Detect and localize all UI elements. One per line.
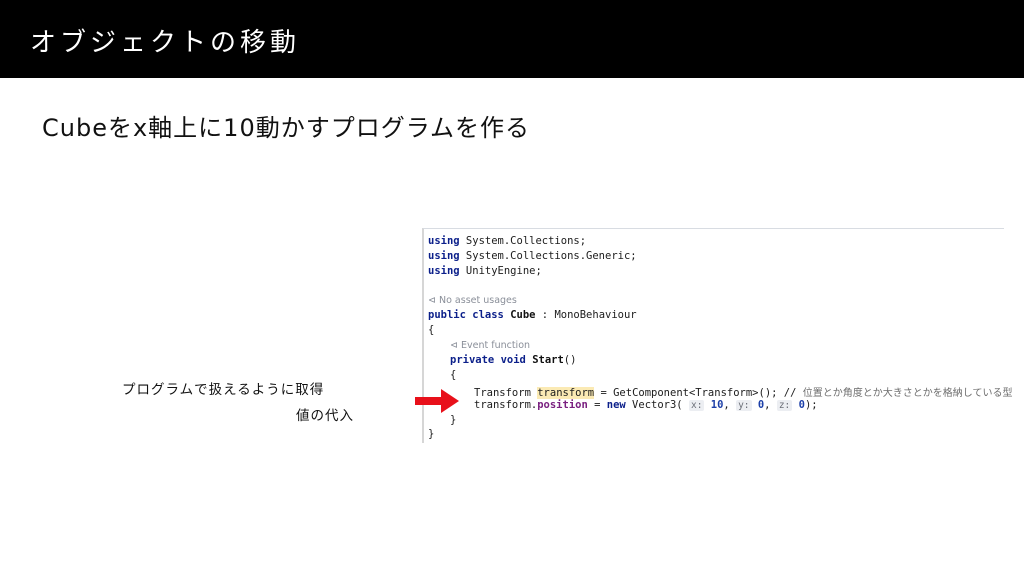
call-end: ); <box>804 399 818 411</box>
method-name: Start <box>532 354 564 366</box>
param-hint-y: y: <box>736 400 752 411</box>
call: Vector3( <box>625 399 683 411</box>
code-inner-brace-open: { <box>450 369 457 381</box>
code-line-getcomponent: Transform transform = GetComponent<Trans… <box>474 384 1012 399</box>
keyword: using <box>428 265 460 277</box>
keyword: public class <box>428 309 504 321</box>
code-line-method: private void Start() <box>450 354 576 366</box>
variable: transform <box>537 387 595 399</box>
keyword: using <box>428 235 460 247</box>
annotation-get: プログラムで扱えるように取得 <box>122 382 325 398</box>
type-name: Transform <box>474 387 531 399</box>
code-rest: = GetComponent<Transform>(); // <box>594 387 797 399</box>
namespace: UnityEngine; <box>459 265 542 277</box>
code-line-position: transform.position = new Vector3( x: 10,… <box>474 399 818 411</box>
param-hint-z: z: <box>776 400 793 411</box>
annotation-assign: 値の代入 <box>296 408 354 424</box>
method-parens: () <box>563 354 577 366</box>
namespace: System.Collections; <box>459 235 587 247</box>
hint-icon: ⊲ <box>428 295 439 306</box>
keyword: new <box>606 399 626 411</box>
code-line-using-1: using System.Collections; <box>428 235 586 247</box>
code-screenshot: using System.Collections; using System.C… <box>422 228 1012 443</box>
namespace: System.Collections.Generic; <box>459 250 637 262</box>
value-y: 0 <box>757 399 765 411</box>
code-brace-close: } <box>428 428 435 440</box>
class-base: : MonoBehaviour <box>535 309 637 321</box>
code-brace-open: { <box>428 324 435 336</box>
hint-text: No asset usages <box>438 295 517 306</box>
title-bar: オブジェクトの移動 <box>0 0 1024 78</box>
slide-subtitle: Cubeをx軸上に10動かすプログラムを作る <box>42 114 530 142</box>
code-hint-usages: ⊲ No asset usages <box>428 294 517 306</box>
code-line-using-3: using UnityEngine; <box>428 265 542 277</box>
red-arrow-icon <box>415 389 459 413</box>
keyword: using <box>428 250 460 262</box>
code-hint-event: ⊲ Event function <box>450 339 530 351</box>
code-comment: 位置とか角度とか大きさとかを格納している型 <box>802 388 1013 399</box>
code-inner-brace-close: } <box>450 414 457 426</box>
field: position <box>537 399 588 411</box>
slide-title: オブジェクトの移動 <box>30 28 301 58</box>
object: transform. <box>474 399 538 411</box>
class-name: Cube <box>510 309 536 321</box>
value-x: 10 <box>710 399 724 411</box>
hint-icon: ⊲ <box>450 340 461 351</box>
keyword: private void <box>450 354 526 366</box>
code-line-class: public class Cube : MonoBehaviour <box>428 309 637 321</box>
operator: = <box>587 399 607 411</box>
code-line-using-2: using System.Collections.Generic; <box>428 250 637 262</box>
param-hint-x: x: <box>688 400 705 411</box>
hint-text: Event function <box>460 340 531 351</box>
